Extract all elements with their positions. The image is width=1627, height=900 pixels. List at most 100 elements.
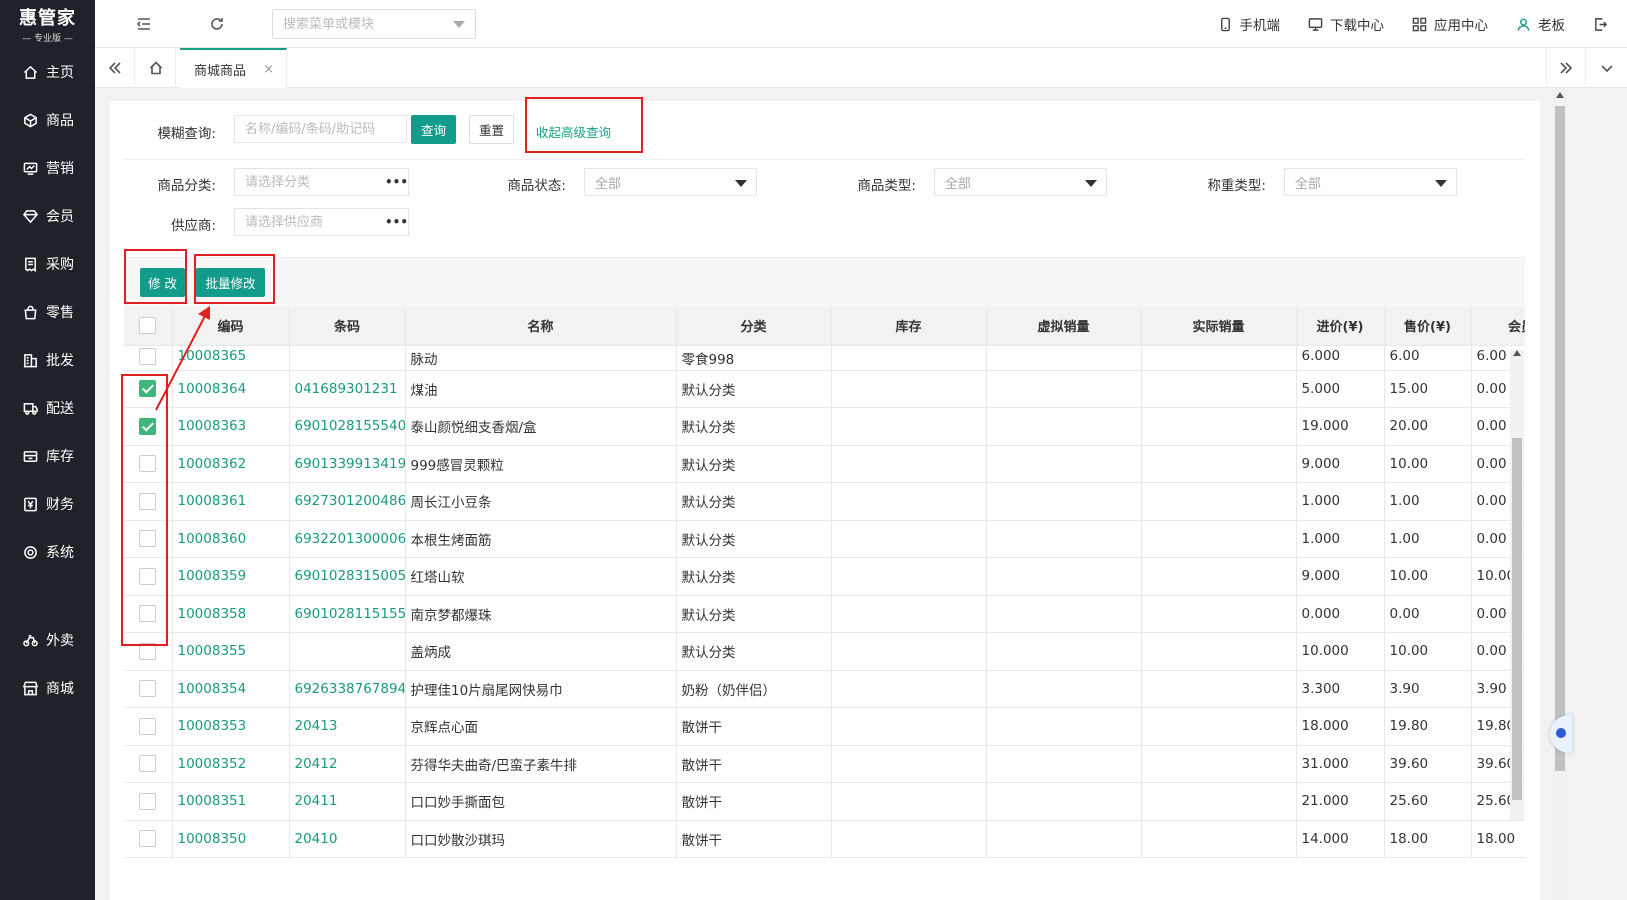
query-button[interactable]: 查询 xyxy=(411,115,456,144)
cell-barcode[interactable]: 6926338767894 xyxy=(289,670,406,708)
table-scrollbar[interactable] xyxy=(1510,350,1524,820)
tab-scroll-left-button[interactable] xyxy=(95,48,135,88)
col-actual-sales[interactable]: 实际销量 xyxy=(1141,307,1297,346)
cell-barcode[interactable]: 20412 xyxy=(289,745,406,783)
sidebar-item-3[interactable]: 会员 xyxy=(0,192,95,240)
supplier-picker-button[interactable]: ••• xyxy=(385,208,409,236)
col-virtual-sales[interactable]: 虚拟销量 xyxy=(986,307,1142,346)
row-checkbox[interactable] xyxy=(139,680,157,698)
cell-barcode[interactable] xyxy=(289,632,406,671)
table-row[interactable]: 10008363 6901028155540 泰山颜悦细支香烟/盒 默认分类 19.00… xyxy=(124,407,1525,446)
sidebar-item-4[interactable]: 采购 xyxy=(0,240,95,288)
category-input[interactable] xyxy=(234,168,386,196)
user-menu[interactable]: 老板 xyxy=(1516,14,1565,34)
row-checkbox[interactable] xyxy=(139,380,157,398)
cell-code[interactable]: 10008355 xyxy=(172,632,290,671)
cell-barcode[interactable]: 6932201300006 xyxy=(289,520,406,558)
row-checkbox[interactable] xyxy=(139,830,157,848)
cell-code[interactable]: 10008365 xyxy=(172,345,290,371)
col-barcode[interactable]: 条码 xyxy=(289,307,406,346)
row-checkbox[interactable] xyxy=(139,792,157,810)
scroll-thumb[interactable] xyxy=(1512,438,1522,800)
weigh-type-select[interactable]: 全部 xyxy=(1284,168,1457,196)
edit-button[interactable]: 修 改 xyxy=(140,268,185,297)
col-category[interactable]: 分类 xyxy=(676,307,832,346)
cell-barcode[interactable]: 6901339913419 xyxy=(289,445,406,483)
sidebar-bottom-item-1[interactable]: 商城 xyxy=(0,664,95,712)
table-row[interactable]: 10008353 20413 京辉点心面 散饼干 18.000 19.80 19.80 xyxy=(124,707,1525,746)
download-center-link[interactable]: 下载中心 xyxy=(1308,14,1384,34)
batch-edit-button[interactable]: 批量修改 xyxy=(196,268,265,297)
sidebar-item-5[interactable]: 零售 xyxy=(0,288,95,336)
scroll-up-icon[interactable] xyxy=(1556,92,1564,98)
supplier-input[interactable] xyxy=(234,208,386,236)
select-all-checkbox[interactable] xyxy=(139,317,157,335)
chevron-down-icon[interactable] xyxy=(453,21,465,28)
logout-button[interactable] xyxy=(1593,17,1615,32)
cell-code[interactable]: 10008350 xyxy=(172,820,290,858)
col-price[interactable]: 售价(¥) xyxy=(1384,307,1472,346)
app-logo[interactable]: 惠管家 — 专业版 — xyxy=(0,0,95,48)
table-row[interactable]: 10008359 6901028315005 红塔山软 默认分类 9.000 10.00 1… xyxy=(124,557,1525,596)
sidebar-item-6[interactable]: 批发 xyxy=(0,336,95,384)
row-checkbox[interactable] xyxy=(139,530,157,548)
sidebar-item-0[interactable]: 主页 xyxy=(0,48,95,96)
sidebar-item-10[interactable]: 系统 xyxy=(0,528,95,576)
cell-code[interactable]: 10008361 xyxy=(172,482,290,521)
cell-code[interactable]: 10008363 xyxy=(172,407,290,446)
sidebar-bottom-item-0[interactable]: 外卖 xyxy=(0,616,95,664)
mobile-link[interactable]: 手机端 xyxy=(1218,14,1280,34)
col-stock[interactable]: 库存 xyxy=(831,307,987,346)
cell-code[interactable]: 10008351 xyxy=(172,782,290,821)
table-row[interactable]: 10008351 20411 口口妙手撕面包 散饼干 21.000 25.60 25.60 xyxy=(124,782,1525,821)
table-row[interactable]: 10008350 20410 口口妙散沙琪玛 散饼干 14.000 18.00 18.00 xyxy=(124,820,1525,858)
table-row[interactable]: 10008361 6927301200486 周长江小豆条 默认分类 1.000 1.00… xyxy=(124,482,1525,521)
page-scrollbar[interactable] xyxy=(1553,88,1567,900)
reset-button[interactable]: 重置 xyxy=(469,115,514,144)
cell-code[interactable]: 10008364 xyxy=(172,370,290,408)
cell-barcode[interactable]: 20413 xyxy=(289,707,406,746)
row-checkbox[interactable] xyxy=(139,492,157,510)
cell-code[interactable]: 10008362 xyxy=(172,445,290,483)
cell-barcode[interactable]: 20411 xyxy=(289,782,406,821)
cell-barcode[interactable]: 6901028115155 xyxy=(289,595,406,633)
collapse-advanced-link[interactable]: 收起高级查询 xyxy=(536,122,611,141)
table-row[interactable]: 10008354 6926338767894 护理佳10片扇尾网快易巾 奶粉（奶伴侣）… xyxy=(124,670,1525,708)
refresh-icon[interactable] xyxy=(208,15,226,33)
cell-barcode[interactable] xyxy=(289,345,406,371)
col-code[interactable]: 编码 xyxy=(172,307,290,346)
scroll-up-icon[interactable] xyxy=(1513,350,1521,356)
sidebar-item-9[interactable]: 财务 xyxy=(0,480,95,528)
cell-code[interactable]: 10008354 xyxy=(172,670,290,708)
row-checkbox[interactable] xyxy=(139,642,157,660)
cell-code[interactable]: 10008359 xyxy=(172,557,290,596)
scroll-thumb[interactable] xyxy=(1555,106,1565,771)
app-center-link[interactable]: 应用中心 xyxy=(1412,14,1488,34)
row-checkbox[interactable] xyxy=(139,417,157,435)
table-row[interactable]: 10008365 脉动 零食998 6.000 6.00 6.00 xyxy=(124,345,1525,371)
table-row[interactable]: 10008362 6901339913419 999感冒灵颗粒 默认分类 9.000 10… xyxy=(124,445,1525,483)
cell-barcode[interactable]: 6901028155540 xyxy=(289,407,406,446)
cell-barcode[interactable]: 20410 xyxy=(289,820,406,858)
type-select[interactable]: 全部 xyxy=(934,168,1107,196)
table-row[interactable]: 10008364 041689301231 煤油 默认分类 5.000 15.00 0.00 xyxy=(124,370,1525,408)
row-checkbox[interactable] xyxy=(139,455,157,473)
cell-code[interactable]: 10008358 xyxy=(172,595,290,633)
cell-code[interactable]: 10008353 xyxy=(172,707,290,746)
cell-barcode[interactable]: 6927301200486 xyxy=(289,482,406,521)
fuzzy-query-input[interactable] xyxy=(234,115,407,143)
cell-barcode[interactable]: 041689301231 xyxy=(289,370,406,408)
cell-code[interactable]: 10008360 xyxy=(172,520,290,558)
tab-home[interactable] xyxy=(136,48,176,88)
table-row[interactable]: 10008352 20412 芬得华夫曲奇/巴蛮子素牛排 散饼干 31.000 39.60… xyxy=(124,745,1525,783)
table-row[interactable]: 10008355 盖炳成 默认分类 10.000 10.00 0.00 xyxy=(124,632,1525,671)
table-row[interactable]: 10008358 6901028115155 南京梦都爆珠 默认分类 0.000 0.00… xyxy=(124,595,1525,633)
cell-barcode[interactable]: 6901028315005 xyxy=(289,557,406,596)
row-checkbox[interactable] xyxy=(139,347,157,365)
menu-fold-icon[interactable] xyxy=(135,15,153,33)
sidebar-item-2[interactable]: 营销 xyxy=(0,144,95,192)
status-select[interactable]: 全部 xyxy=(584,168,757,196)
row-checkbox[interactable] xyxy=(139,605,157,623)
col-cost[interactable]: 进价(¥) xyxy=(1296,307,1385,346)
row-checkbox[interactable] xyxy=(139,755,157,773)
